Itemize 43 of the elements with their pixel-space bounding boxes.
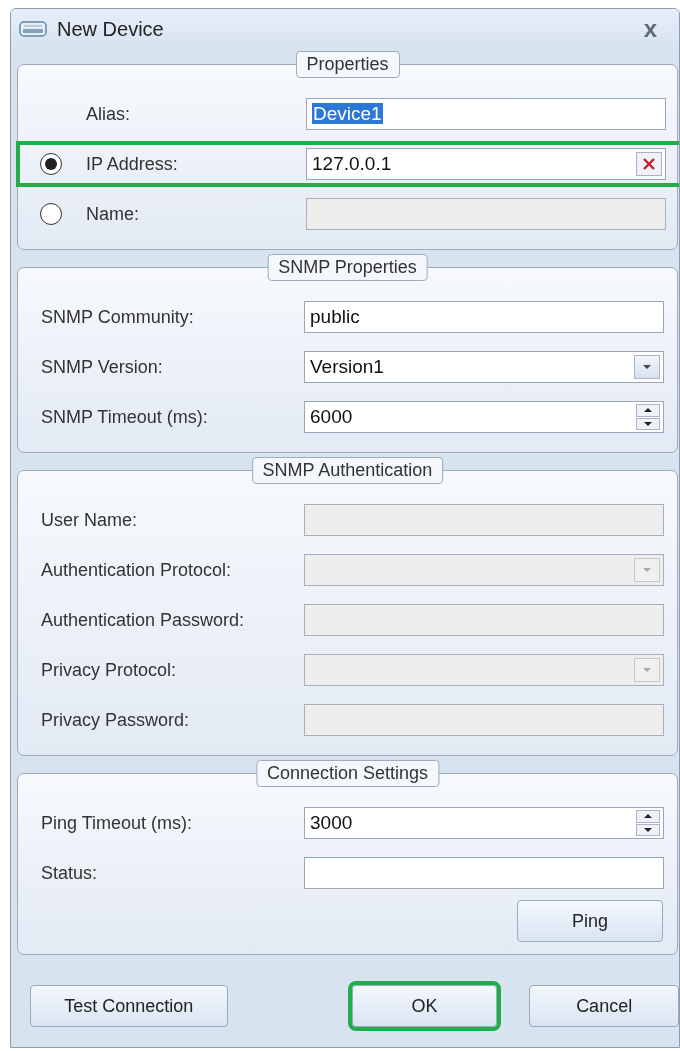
field-value: 127.0.0.1 (312, 153, 392, 174)
dropdown-field[interactable]: Version1 (304, 351, 664, 383)
field-label: SNMP Community: (41, 306, 195, 328)
group-title: SNMP Authentication (251, 457, 444, 484)
field-label: SNMP Version: (41, 356, 164, 378)
field-label: User Name: (41, 509, 139, 531)
field-value: Device1 (312, 103, 383, 124)
clear-button[interactable] (636, 152, 662, 176)
text-field[interactable]: Device1 (306, 98, 666, 130)
group-title: Connection Settings (255, 760, 440, 787)
spin-up-icon[interactable] (636, 404, 660, 417)
x-icon (643, 158, 655, 170)
field-label: Ping Timeout (ms): (41, 812, 194, 834)
text-field[interactable]: 127.0.0.1 (306, 148, 666, 180)
spin-down-icon[interactable] (636, 417, 660, 430)
text-field[interactable]: public (304, 301, 664, 333)
field-value: public (310, 306, 360, 327)
close-button[interactable]: x (643, 17, 657, 41)
number-field[interactable]: 6000 (304, 401, 664, 433)
field-value: Version1 (310, 356, 384, 377)
group-title: SNMP Properties (267, 254, 428, 281)
test-connection-button[interactable]: Test Connection (30, 985, 228, 1027)
device-icon (19, 20, 47, 38)
field-label: SNMP Timeout (ms): (41, 406, 209, 428)
number-field[interactable]: 3000 (304, 807, 664, 839)
field-label: Alias: (86, 103, 131, 125)
window-title: New Device (57, 17, 164, 41)
field-value: 3000 (310, 812, 353, 833)
field-label: Authentication Password: (41, 609, 246, 631)
group-title: Properties (295, 51, 400, 78)
field-label: Status: (41, 862, 99, 884)
cancel-button[interactable]: Cancel (529, 985, 679, 1027)
field-label: IP Address: (86, 153, 179, 175)
spin-down-icon[interactable] (636, 823, 660, 836)
spin-up-icon[interactable] (636, 810, 660, 823)
field-label: Authentication Protocol: (41, 559, 233, 581)
radio-button[interactable] (40, 153, 62, 175)
ping-button[interactable]: Ping (517, 900, 663, 942)
field-label: Privacy Password: (41, 709, 191, 731)
text-field[interactable] (304, 857, 664, 889)
field-label: Privacy Protocol: (41, 659, 178, 681)
field-value: 6000 (310, 406, 353, 427)
field-label: Name: (86, 203, 140, 225)
